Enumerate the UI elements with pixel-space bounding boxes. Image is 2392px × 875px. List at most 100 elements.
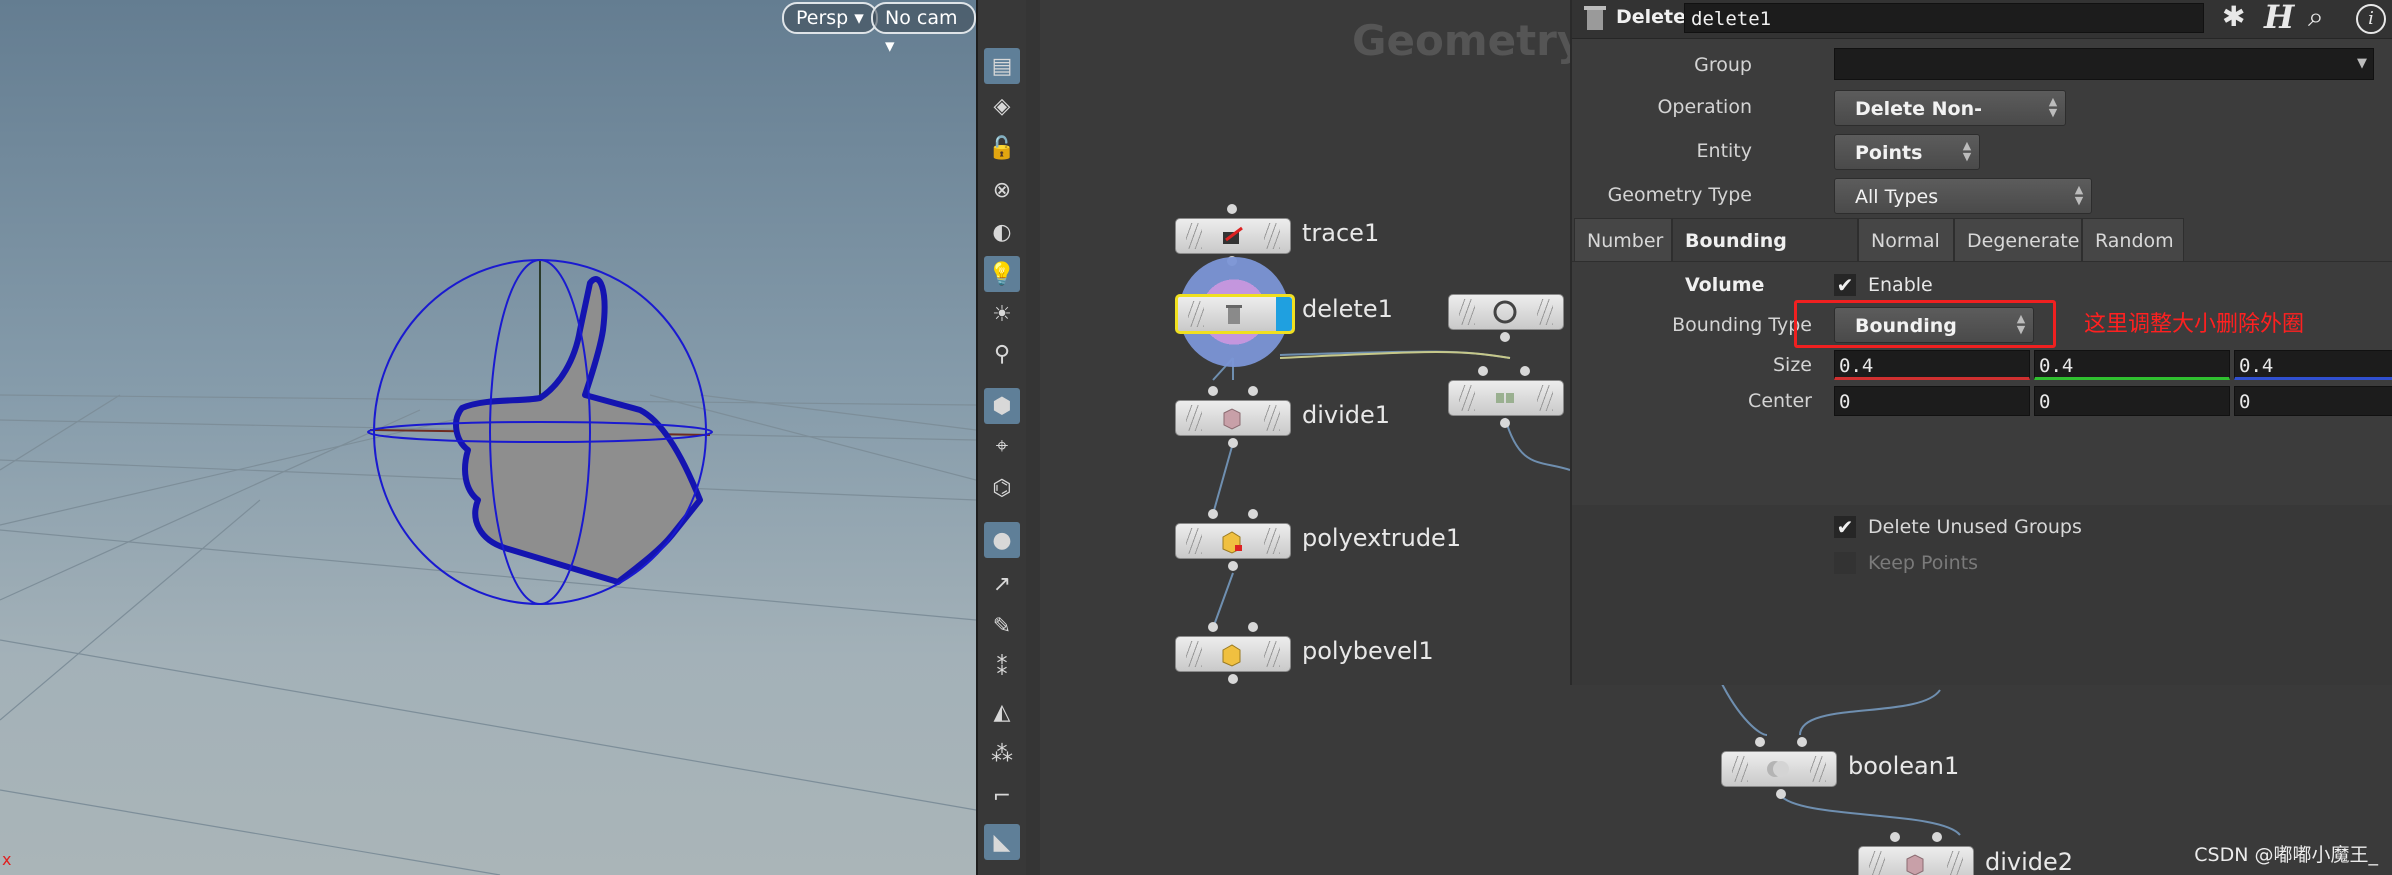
node-divide1[interactable]	[1175, 400, 1291, 436]
snap-icon[interactable]: ⌖	[984, 428, 1020, 464]
search-icon[interactable]: ⌕	[2308, 0, 2324, 34]
number-icon[interactable]: ⁑	[984, 650, 1020, 686]
bulb-icon[interactable]: ☀	[984, 296, 1020, 332]
size-y-field[interactable]: 0.4	[2034, 350, 2230, 380]
tab-number[interactable]: Number	[1574, 218, 1672, 262]
node-type-label: Delete	[1616, 6, 1687, 28]
keep-points-checkbox[interactable]	[1834, 552, 1856, 574]
updown-icon: ▲ ▼	[2048, 95, 2058, 119]
node-polyextrude1-input2[interactable]	[1248, 509, 1258, 519]
perspective-button[interactable]: Persp ▾	[782, 2, 878, 34]
node-polybevel1-input2[interactable]	[1248, 622, 1258, 632]
group-row: Group	[1572, 50, 1772, 82]
node-delete1[interactable]	[1175, 294, 1295, 334]
display-flag[interactable]	[1276, 297, 1292, 331]
node-copy-output[interactable]	[1500, 418, 1510, 428]
number-icon-2[interactable]: ⁂	[984, 736, 1020, 772]
tab-random[interactable]: Random	[2082, 218, 2184, 262]
divide-icon	[1223, 408, 1241, 430]
xray-icon[interactable]: ⊗	[984, 172, 1020, 208]
node-boolean1[interactable]	[1721, 751, 1837, 787]
geometry-type-label: Geometry Type	[1607, 184, 1752, 206]
node-trace1[interactable]	[1175, 218, 1291, 254]
group-dropdown-arrow[interactable]: ▼	[2348, 48, 2376, 80]
lock-icon[interactable]: 🔓	[984, 130, 1020, 166]
axis-x-label: x	[2, 850, 12, 869]
entity-label: Entity	[1696, 140, 1752, 162]
node-divide2-input2[interactable]	[1932, 832, 1942, 842]
tab-degenerate[interactable]: Degenerate	[1954, 218, 2082, 262]
paint-icon[interactable]: ✎	[984, 608, 1020, 644]
handle-icon[interactable]: ⌬	[984, 470, 1020, 506]
updown-icon: ▲ ▼	[2074, 183, 2084, 207]
node-boolean1-input2[interactable]	[1797, 737, 1807, 747]
node-trace1-input[interactable]	[1227, 204, 1237, 214]
node-polyextrude1-output[interactable]	[1228, 561, 1238, 571]
display-icon[interactable]: ⬢	[984, 388, 1020, 424]
shade-icon[interactable]: ◣	[984, 824, 1020, 860]
pen-icon[interactable]: ⌐	[984, 778, 1020, 814]
group-field[interactable]	[1834, 48, 2374, 80]
enable-label: Enable	[1868, 274, 1933, 296]
polyextrude-icon	[1222, 531, 1242, 554]
geometry-type-dropdown[interactable]: All Types ▲ ▼	[1834, 178, 2092, 214]
node-polybevel1-input[interactable]	[1208, 622, 1218, 632]
node-boolean1-input[interactable]	[1755, 737, 1765, 747]
node-copy[interactable]	[1448, 380, 1564, 416]
node-boolean1-output[interactable]	[1776, 789, 1786, 799]
node-label: delete1	[1302, 295, 1393, 323]
boolean-icon	[1767, 761, 1789, 777]
scene-viewport[interactable]: Persp ▾ No cam ▾ x	[0, 0, 976, 875]
node-polybevel1-output[interactable]	[1228, 674, 1238, 684]
center-x-field[interactable]: 0	[1834, 386, 2030, 416]
highlight-box	[1794, 300, 2056, 348]
trash-icon	[1226, 305, 1242, 324]
keep-points-label: Keep Points	[1868, 552, 1979, 574]
size-z-field[interactable]: 0.4	[2234, 350, 2392, 380]
watermark: CSDN @嘟嘟小魔王_	[2194, 844, 2378, 866]
group-label: Group	[1694, 54, 1752, 76]
select-icon[interactable]: ◈	[984, 88, 1020, 124]
node-divide1-output[interactable]	[1228, 438, 1238, 448]
camera-button[interactable]: No cam ▾	[871, 2, 976, 57]
node-label: divide1	[1302, 401, 1391, 429]
tab-normal[interactable]: Normal	[1858, 218, 1954, 262]
eraser-icon[interactable]: ◭	[984, 694, 1020, 730]
size-x-field[interactable]: 0.4	[1834, 350, 2030, 380]
enable-checkbox[interactable]: ✔	[1834, 274, 1856, 296]
delete-unused-groups-label: Delete Unused Groups	[1868, 516, 2082, 538]
viewport-scene	[0, 259, 976, 875]
node-circle-output[interactable]	[1500, 332, 1510, 342]
node-divide2[interactable]	[1858, 846, 1974, 875]
node-name-field[interactable]: delete1	[1684, 3, 2204, 33]
pane-divider[interactable]	[1026, 0, 1040, 875]
help-h-icon[interactable]: H	[2264, 0, 2294, 36]
node-circle[interactable]	[1448, 294, 1564, 330]
tab-bounding-volume[interactable]: Bounding Volume	[1672, 218, 1858, 296]
gear-icon[interactable]: ✱	[2222, 0, 2245, 33]
camera-light-icon[interactable]: ⚲	[984, 336, 1020, 372]
node-polyextrude1-input[interactable]	[1208, 509, 1218, 519]
brush-icon[interactable]: ↗	[984, 566, 1020, 602]
node-copy-input[interactable]	[1478, 366, 1488, 376]
center-y-field[interactable]: 0	[2034, 386, 2230, 416]
node-polybevel1[interactable]	[1175, 636, 1291, 672]
node-divide2-input[interactable]	[1890, 832, 1900, 842]
center-z-field[interactable]: 0	[2234, 386, 2392, 416]
delete-unused-groups-checkbox[interactable]: ✔	[1834, 516, 1856, 538]
ghost-icon[interactable]: ◐	[984, 214, 1020, 250]
node-divide1-input2[interactable]	[1248, 386, 1258, 396]
operation-dropdown[interactable]: Delete Non-Selected ▲▼	[1834, 90, 2066, 156]
node-polyextrude1[interactable]	[1175, 523, 1291, 559]
geometry-type-value: All Types	[1855, 186, 1939, 208]
info-icon[interactable]: i	[2356, 4, 2386, 34]
node-divide1-input[interactable]	[1208, 386, 1218, 396]
entity-dropdown[interactable]: Points ▲ ▼	[1834, 134, 1980, 170]
node-label: divide2	[1985, 848, 2074, 875]
view-icon[interactable]: ▤	[984, 48, 1020, 84]
node-copy-input2[interactable]	[1520, 366, 1530, 376]
point-icon[interactable]: ●	[984, 522, 1020, 558]
thumbs-up-shape	[453, 276, 703, 585]
light-icon[interactable]: 💡	[984, 256, 1020, 292]
parameter-panel: Delete delete1 ✱ H ⌕ i Group ▼ Operation…	[1570, 0, 2392, 685]
